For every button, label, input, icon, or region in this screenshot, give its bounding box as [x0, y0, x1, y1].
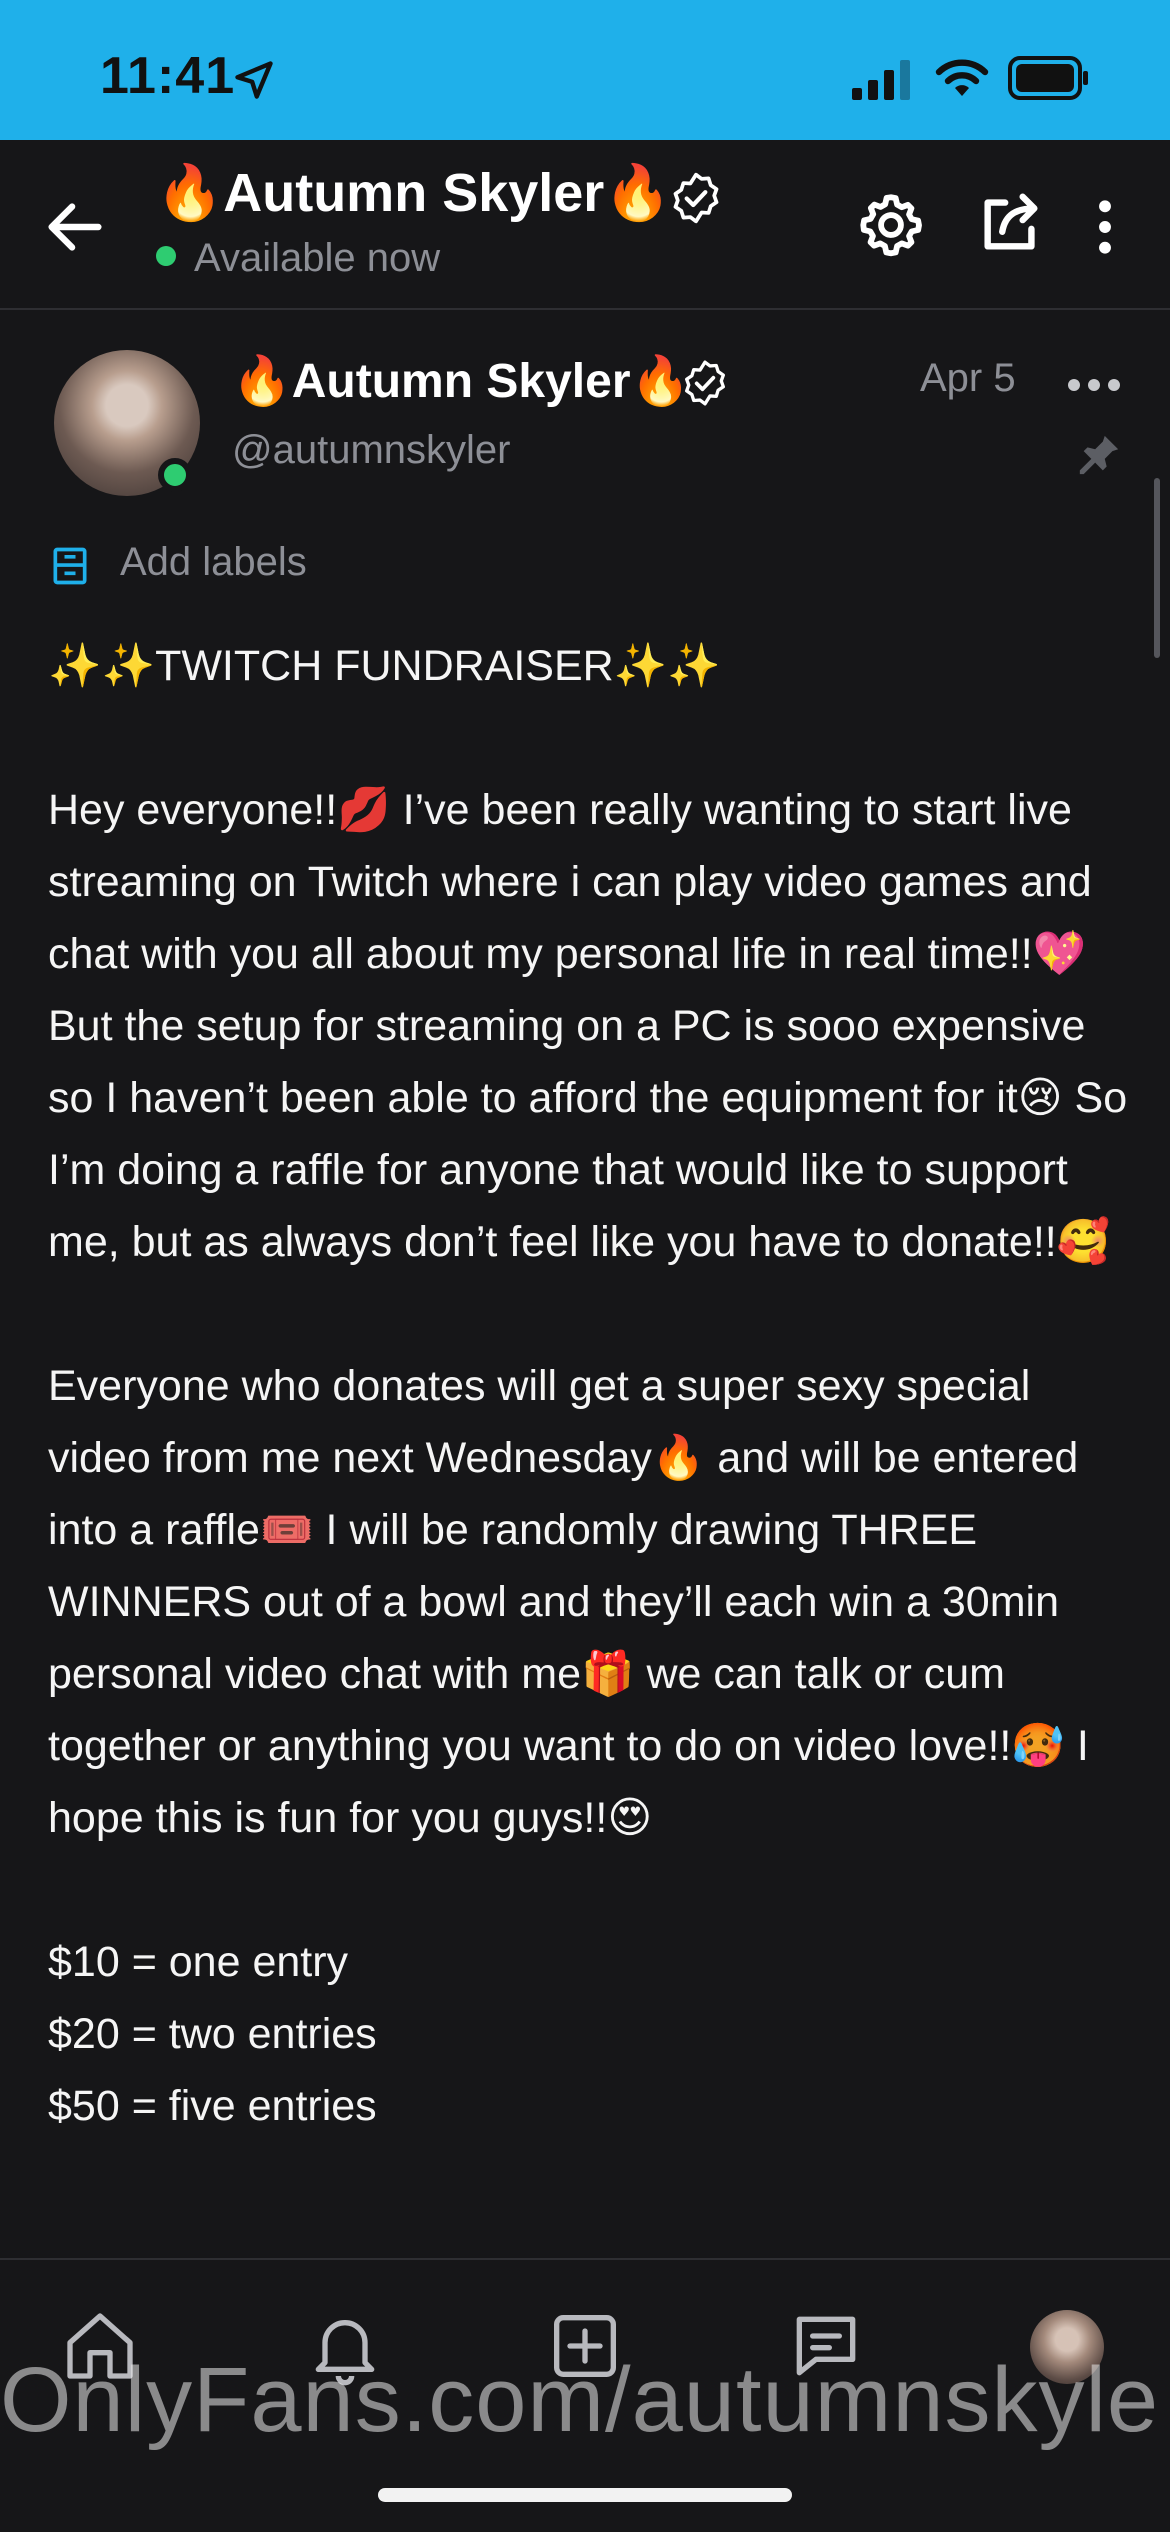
online-indicator: [156, 246, 176, 267]
verified-icon: [673, 172, 719, 224]
label-icon: [53, 547, 87, 585]
availability-status: Available now: [156, 236, 440, 281]
post-paragraph: $10 = one entry $20 = two entries $50 = …: [48, 1938, 377, 2130]
wifi-icon: [935, 59, 989, 96]
status-bar: 11:41: [0, 0, 1170, 140]
add-labels-label: Add labels: [120, 540, 307, 584]
location-arrow-icon: [235, 61, 273, 99]
signal-icon: [852, 60, 910, 100]
post-paragraph: ✨✨TWITCH FUNDRAISER✨✨: [48, 642, 721, 690]
online-indicator: [158, 458, 192, 492]
pin-icon: [1079, 435, 1119, 475]
author-name[interactable]: 🔥Autumn Skyler🔥: [232, 352, 690, 409]
battery-icon: [1008, 56, 1088, 100]
post-paragraph: Hey everyone!!💋 I’ve been really wanting…: [48, 786, 1128, 1266]
status-time: 11:41: [100, 47, 236, 105]
post-paragraph: Everyone who donates will get a super se…: [48, 1362, 1089, 1842]
gear-icon[interactable]: [856, 190, 926, 260]
chat-header: 🔥Autumn Skyler🔥 Available now: [0, 140, 1170, 310]
home-indicator[interactable]: [378, 2488, 792, 2502]
header-title[interactable]: 🔥Autumn Skyler🔥: [156, 162, 672, 225]
back-arrow-icon[interactable]: [40, 192, 110, 262]
share-icon[interactable]: [976, 188, 1046, 258]
availability-text: Available now: [194, 236, 441, 280]
post-text: ✨✨TWITCH FUNDRAISER✨✨ Hey everyone!!💋 I’…: [48, 630, 1128, 2142]
watermark: OnlyFans.com/autumnskyle: [0, 2349, 1160, 2451]
more-vertical-icon[interactable]: [1090, 196, 1120, 258]
author-handle[interactable]: @autumnskyler: [232, 428, 510, 473]
scrollbar[interactable]: [1154, 478, 1160, 658]
verified-icon: [685, 360, 725, 406]
more-horizontal-icon[interactable]: [1066, 370, 1122, 400]
post-date: Apr 5: [920, 356, 1016, 400]
